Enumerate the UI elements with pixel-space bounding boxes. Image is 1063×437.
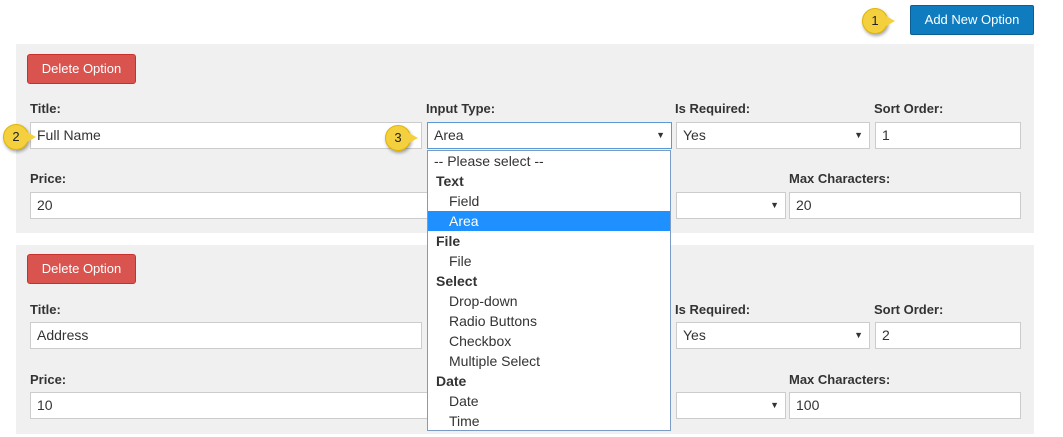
callout-2: 2 [3, 124, 36, 150]
price-input[interactable]: 10 [30, 392, 430, 419]
sort-order-input[interactable]: 2 [875, 322, 1021, 349]
dropdown-group-date: Date [436, 373, 467, 389]
dropdown-placeholder[interactable]: -- Please select -- [428, 151, 670, 171]
chevron-down-icon: ▼ [854, 330, 863, 340]
dropdown-option-field[interactable]: Field [428, 191, 670, 211]
chevron-down-icon: ▼ [770, 200, 779, 210]
delete-option-button[interactable]: Delete Option [27, 254, 136, 284]
title-label: Title: [30, 101, 61, 116]
max-characters-input[interactable]: 20 [789, 192, 1021, 219]
chevron-down-icon: ▼ [770, 400, 779, 410]
chevron-down-icon: ▼ [854, 130, 863, 140]
dropdown-option-multiple-select[interactable]: Multiple Select [428, 351, 670, 371]
dropdown-option-checkbox[interactable]: Checkbox [428, 331, 670, 351]
dropdown-option-file[interactable]: File [428, 251, 670, 271]
chevron-down-icon: ▼ [656, 130, 665, 140]
title-label: Title: [30, 302, 61, 317]
input-type-label: Input Type: [426, 101, 496, 116]
is-required-label: Is Required: [675, 101, 751, 116]
add-new-option-button[interactable]: Add New Option [910, 5, 1034, 35]
sort-order-input[interactable]: 1 [875, 122, 1021, 149]
max-characters-label: Max Characters: [789, 372, 891, 387]
price-type-select[interactable]: ▼ [676, 192, 786, 219]
max-characters-label: Max Characters: [789, 171, 891, 186]
dropdown-option-area[interactable]: Area [428, 211, 670, 231]
dropdown-option-date[interactable]: Date [428, 391, 670, 411]
delete-option-button[interactable]: Delete Option [27, 54, 136, 84]
sort-order-label: Sort Order: [874, 302, 944, 317]
title-input[interactable]: Address [30, 322, 422, 349]
sort-order-label: Sort Order: [874, 101, 944, 116]
input-type-value: Area [434, 127, 464, 143]
is-required-select[interactable]: Yes ▼ [676, 122, 870, 149]
dropdown-group-select: Select [436, 273, 478, 289]
input-type-select[interactable]: Area ▼ [427, 122, 672, 149]
price-type-select[interactable]: ▼ [676, 392, 786, 419]
dropdown-option-time[interactable]: Time [428, 411, 670, 430]
callout-3: 3 [385, 125, 418, 151]
dropdown-group-text: Text [436, 173, 464, 189]
price-input[interactable]: 20 [30, 192, 430, 219]
input-type-dropdown-list[interactable]: -- Please select -- Text Field Area File… [427, 150, 671, 431]
dropdown-group-file: File [436, 233, 461, 249]
title-input[interactable]: Full Name [30, 122, 422, 149]
dropdown-option-drop-down[interactable]: Drop-down [428, 291, 670, 311]
is-required-value: Yes [683, 127, 706, 143]
price-label: Price: [30, 171, 67, 186]
price-label: Price: [30, 372, 67, 387]
max-characters-input[interactable]: 100 [789, 392, 1021, 419]
is-required-select[interactable]: Yes ▼ [676, 322, 870, 349]
callout-1: 1 [862, 8, 895, 34]
is-required-label: Is Required: [675, 302, 751, 317]
dropdown-option-radio-buttons[interactable]: Radio Buttons [428, 311, 670, 331]
is-required-value: Yes [683, 327, 706, 343]
